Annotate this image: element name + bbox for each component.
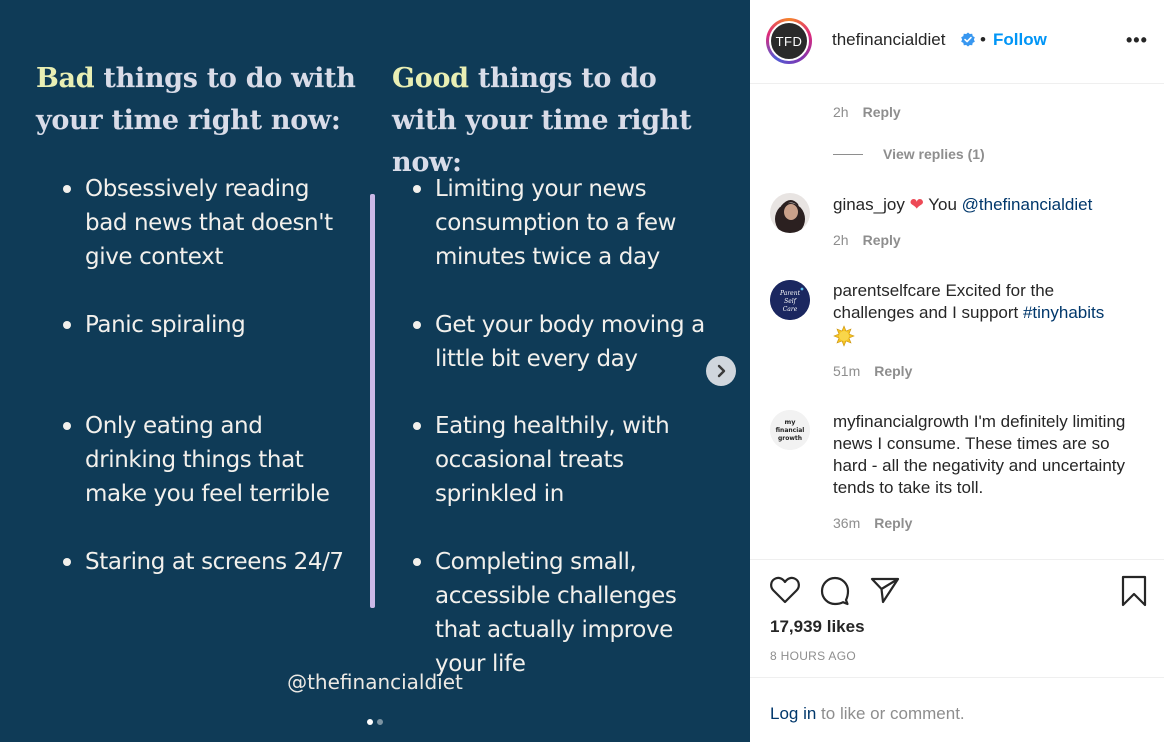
comment-time: 2h	[833, 232, 849, 248]
comment-body: ginas_joy ❤ You @thefinancialdiet	[833, 194, 1133, 216]
carousel-dots	[0, 719, 750, 725]
follow-button[interactable]: Follow	[993, 30, 1047, 50]
comment-body: myfinancialgrowth I'm definitely limitin…	[833, 411, 1133, 499]
comment-time: 2h	[833, 104, 849, 120]
carousel-dot-active	[367, 719, 373, 725]
view-replies-label: View replies (1)	[883, 146, 985, 162]
share-icon[interactable]	[870, 576, 900, 604]
bullet-dot	[413, 558, 421, 566]
reply-button[interactable]: Reply	[874, 515, 912, 531]
post-actions: 17,939 likes 8 HOURS AGO	[750, 559, 1164, 677]
myfinancialgrowth-logo-icon: my financial growth	[770, 410, 810, 450]
bad-item: Staring at screens 24/7	[62, 545, 344, 579]
good-item: Eating healthily, with occasional treats…	[412, 409, 712, 511]
good-things-heading: Good things to do with your time right n…	[392, 58, 722, 184]
post-watermark: @thefinancialdiet	[287, 670, 463, 694]
likes-count[interactable]: 17,939 likes	[770, 617, 865, 637]
bad-item: Only eating and drinking things that mak…	[62, 409, 352, 511]
carousel-next-button[interactable]	[706, 356, 736, 386]
bullet-dot	[63, 185, 71, 193]
bullet-dot	[63, 321, 71, 329]
reply-button[interactable]: Reply	[863, 104, 901, 120]
svg-text:growth: growth	[778, 435, 802, 442]
bullet-dot	[63, 422, 71, 430]
good-item-text: Get your body moving a little bit every …	[435, 312, 705, 372]
comment-time: 36m	[833, 515, 861, 531]
svg-text:Care: Care	[783, 306, 798, 313]
login-bar: Log in to like or comment.	[750, 677, 1164, 742]
bookmark-icon[interactable]	[1121, 575, 1147, 607]
login-link[interactable]: Log in	[770, 704, 816, 723]
header-username[interactable]: thefinancialdiet	[832, 30, 945, 50]
post-header: TFD thefinancialdiet • Follow •••	[750, 0, 1164, 84]
story-ring[interactable]: TFD	[766, 18, 812, 64]
heart-icon[interactable]	[770, 576, 800, 604]
bad-heading-accent: Bad	[36, 63, 95, 94]
bad-item: Panic spiraling	[62, 308, 246, 342]
comment-username[interactable]: ginas_joy	[833, 195, 905, 214]
comment-username[interactable]: parentselfcare	[833, 281, 941, 300]
comments-list: 2h Reply View replies (1) ginas_joy ❤ You…	[750, 85, 1164, 559]
good-item-text: Eating healthily, with occasional treats…	[435, 413, 670, 507]
bad-item: Obsessively reading bad news that doesn'…	[62, 172, 352, 274]
login-rest: to like or comment.	[816, 704, 965, 723]
comment-meta: 2h Reply	[833, 104, 901, 120]
profile-photo-icon	[770, 193, 810, 233]
chevron-right-icon	[717, 364, 726, 378]
good-item: Limiting your news consumption to a few …	[412, 172, 712, 274]
good-item: Completing small, accessible challenges …	[412, 545, 712, 681]
comment-meta: 2h Reply	[833, 232, 901, 248]
comment-body: parentselfcare Excited for the challenge…	[833, 280, 1133, 347]
comment-mention[interactable]: @thefinancialdiet	[962, 195, 1093, 214]
comment-meta: 51m Reply	[833, 363, 912, 379]
header-separator: •	[980, 30, 986, 49]
good-item: Get your body moving a little bit every …	[412, 308, 712, 376]
svg-text:Parent: Parent	[779, 290, 801, 297]
carousel-dot	[377, 719, 383, 725]
comment-hashtag[interactable]: #tinyhabits	[1023, 303, 1104, 322]
parentselfcare-logo-icon: Parent Self Care	[770, 280, 810, 320]
good-item-text: Completing small, accessible challenges …	[435, 549, 677, 677]
column-divider	[370, 194, 375, 608]
post-side-panel: TFD thefinancialdiet • Follow ••• 2h Repl…	[750, 0, 1164, 742]
comment-username[interactable]: myfinancialgrowth	[833, 412, 969, 431]
view-replies-button[interactable]: View replies (1)	[833, 146, 985, 162]
svg-text:my: my	[784, 418, 796, 426]
reply-button[interactable]: Reply	[874, 363, 912, 379]
bullet-dot	[413, 321, 421, 329]
comment-text: You	[923, 195, 962, 214]
bad-item-text: Obsessively reading bad news that doesn'…	[85, 176, 333, 270]
svg-text:Self: Self	[784, 298, 798, 305]
post-timestamp[interactable]: 8 HOURS AGO	[770, 649, 856, 663]
bad-things-heading: Bad things to do with your time right no…	[36, 58, 356, 142]
bad-item-text: Panic spiraling	[85, 312, 246, 338]
good-heading-accent: Good	[392, 63, 469, 94]
avatar[interactable]: my financial growth	[770, 410, 810, 450]
svg-text:financial: financial	[776, 427, 805, 434]
post-image: Bad things to do with your time right no…	[0, 0, 750, 742]
bullet-dot	[413, 185, 421, 193]
sun-emoji-icon	[833, 324, 855, 347]
reply-button[interactable]: Reply	[863, 232, 901, 248]
replies-line	[833, 153, 863, 155]
good-item-text: Limiting your news consumption to a few …	[435, 176, 677, 270]
login-prompt: Log in to like or comment.	[770, 704, 965, 724]
comment-meta: 36m Reply	[833, 515, 912, 531]
avatar: TFD	[769, 21, 809, 61]
verified-badge-icon	[961, 32, 975, 47]
bullet-dot	[63, 558, 71, 566]
heart-emoji-icon: ❤	[909, 195, 924, 214]
bullet-dot	[413, 422, 421, 430]
avatar[interactable]	[770, 193, 810, 233]
bad-item-text: Staring at screens 24/7	[85, 549, 344, 575]
comment-icon[interactable]	[820, 576, 850, 606]
avatar[interactable]: Parent Self Care	[770, 280, 810, 320]
comment-time: 51m	[833, 363, 861, 379]
bad-item-text: Only eating and drinking things that mak…	[85, 413, 330, 507]
more-options-icon[interactable]: •••	[1126, 30, 1148, 51]
